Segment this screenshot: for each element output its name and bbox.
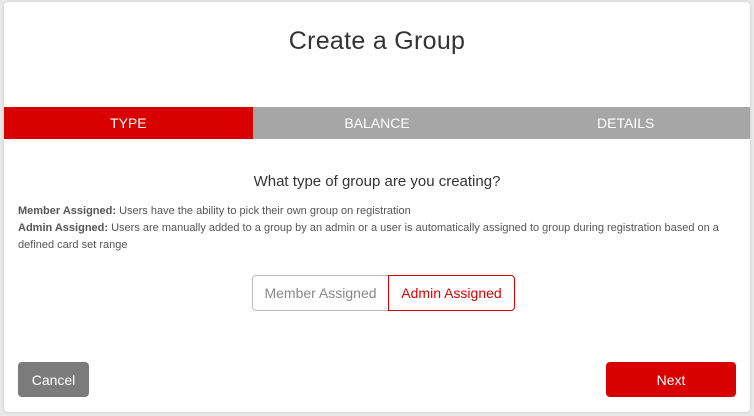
create-group-dialog: Create a Group TYPE BALANCE DETAILS What… (4, 2, 750, 412)
admin-assigned-text: Users are manually added to a group by a… (18, 222, 719, 251)
admin-assigned-option[interactable]: Admin Assigned (388, 275, 515, 311)
member-assigned-term: Member Assigned: (18, 205, 117, 217)
group-type-toggle: Member Assigned Admin Assigned (252, 275, 515, 311)
admin-assigned-description: Admin Assigned: Users are manually added… (18, 220, 738, 254)
member-assigned-description: Member Assigned: Users have the ability … (18, 203, 738, 220)
step-tabs: TYPE BALANCE DETAILS (4, 107, 750, 139)
member-assigned-option[interactable]: Member Assigned (252, 275, 388, 311)
group-type-descriptions: Member Assigned: Users have the ability … (18, 203, 738, 254)
step-type[interactable]: TYPE (4, 107, 253, 139)
member-assigned-text: Users have the ability to pick their own… (116, 205, 411, 217)
step-balance[interactable]: BALANCE (253, 107, 502, 139)
step-details[interactable]: DETAILS (501, 107, 750, 139)
next-button[interactable]: Next (606, 362, 736, 397)
cancel-button[interactable]: Cancel (18, 362, 89, 397)
dialog-title: Create a Group (288, 27, 466, 55)
admin-assigned-term: Admin Assigned: (18, 222, 109, 234)
group-type-question: What type of group are you creating? (253, 173, 501, 190)
